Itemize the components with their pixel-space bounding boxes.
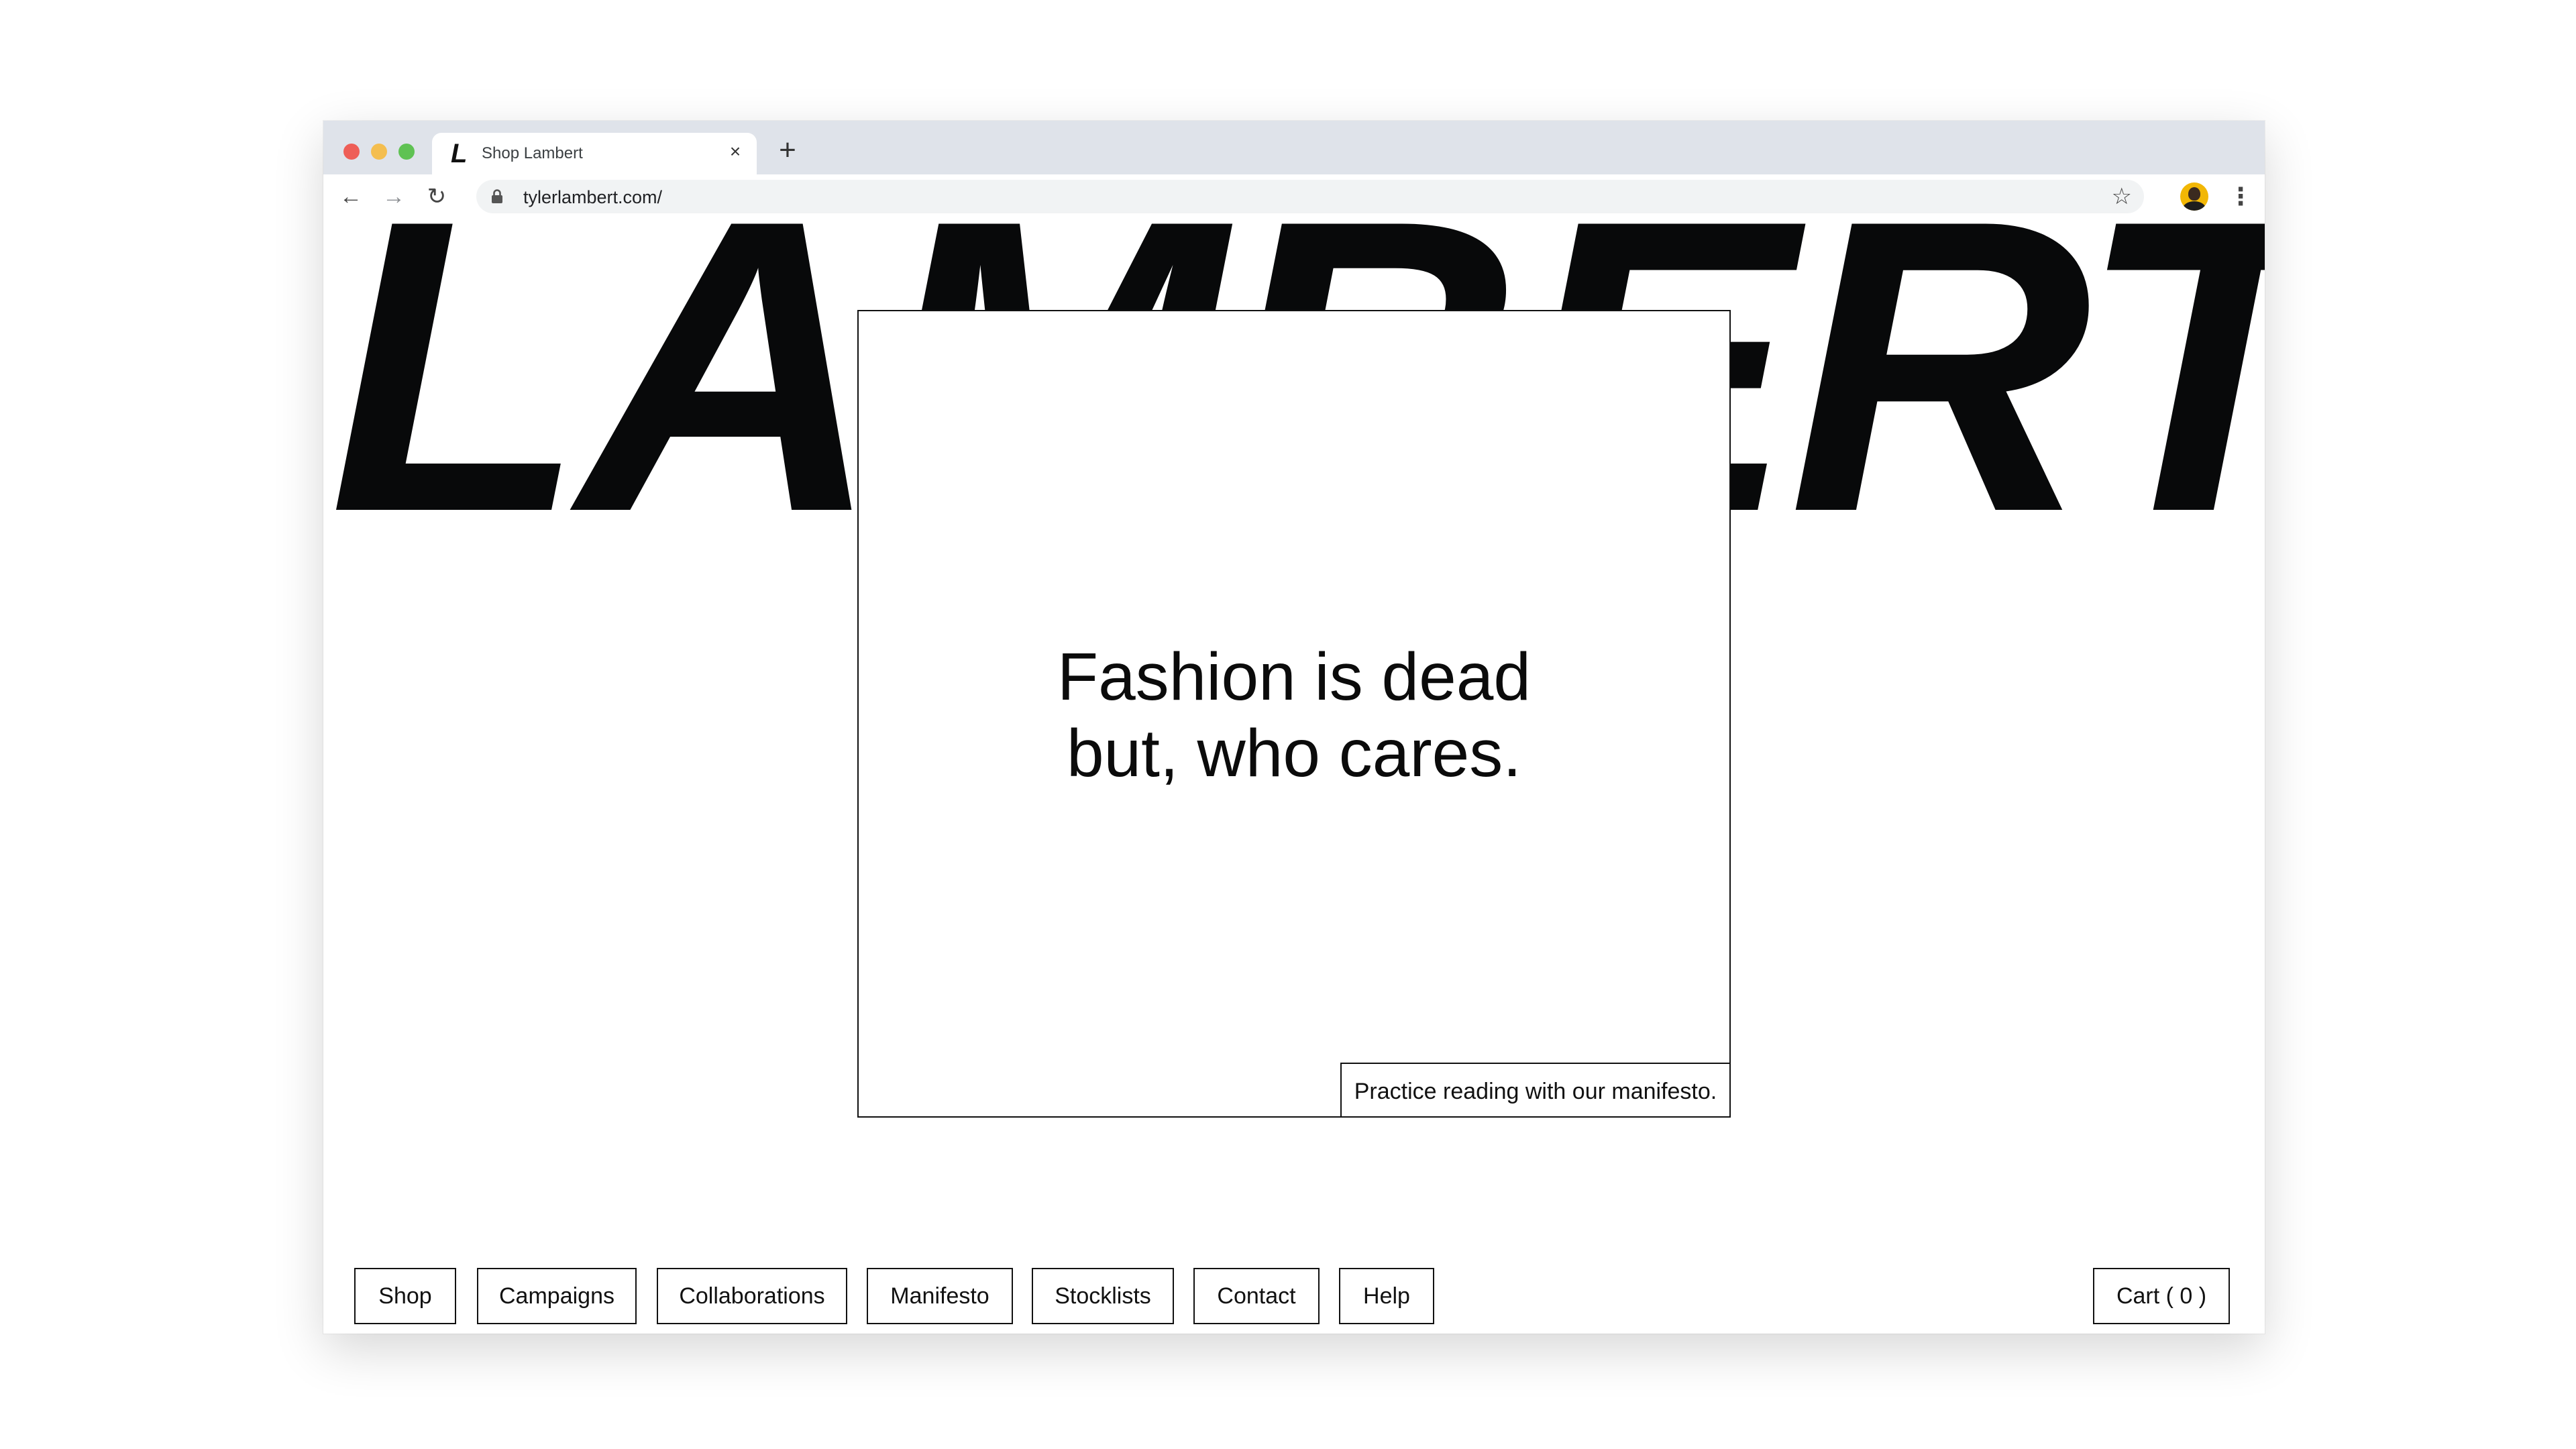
tab-shop-lambert[interactable]: L Shop Lambert × xyxy=(432,133,757,174)
tab-strip: L Shop Lambert × + xyxy=(323,121,2265,174)
cart-button[interactable]: Cart ( 0 ) xyxy=(2093,1268,2230,1324)
nav-help-button[interactable]: Help xyxy=(1339,1268,1434,1324)
hero-card: Fashion is dead but, who cares. Practice… xyxy=(857,310,1731,1118)
address-bar[interactable]: tylerlambert.com/ ☆ xyxy=(476,180,2144,213)
favicon-icon: L xyxy=(451,139,468,168)
back-arrow-icon[interactable]: ← xyxy=(335,181,366,212)
browser-toolbar: ← → ↻ tylerlambert.com/ ☆ ⋮ xyxy=(323,174,2265,219)
hero-headline: Fashion is dead but, who cares. xyxy=(1057,639,1531,791)
close-window-button[interactable] xyxy=(343,144,360,160)
nav-stocklists-button[interactable]: Stocklists xyxy=(1032,1268,1174,1324)
nav-collaborations-button[interactable]: Collaborations xyxy=(657,1268,847,1324)
zoom-window-button[interactable] xyxy=(398,144,415,160)
new-tab-icon[interactable]: + xyxy=(771,136,804,168)
nav-campaigns-button[interactable]: Campaigns xyxy=(477,1268,637,1324)
nav-contact-button[interactable]: Contact xyxy=(1193,1268,1320,1324)
page-viewport: LAMBERT Fashion is dead but, who cares. … xyxy=(323,219,2265,1334)
nav-manifesto-button[interactable]: Manifesto xyxy=(867,1268,1013,1324)
avatar-head-shape xyxy=(2188,187,2200,201)
minimize-window-button[interactable] xyxy=(371,144,387,160)
reload-icon[interactable]: ↻ xyxy=(421,181,452,212)
close-tab-icon[interactable]: × xyxy=(723,140,747,164)
nav-shop-button[interactable]: Shop xyxy=(354,1268,456,1324)
bookmark-star-icon[interactable]: ☆ xyxy=(2112,182,2132,211)
user-avatar[interactable] xyxy=(2180,182,2208,211)
manifesto-link-button[interactable]: Practice reading with our manifesto. xyxy=(1340,1063,1731,1118)
browser-menu-icon[interactable]: ⋮ xyxy=(2229,181,2253,212)
url-text[interactable]: tylerlambert.com/ xyxy=(523,186,662,208)
browser-window: L Shop Lambert × + ← → ↻ tylerlambert.co… xyxy=(323,121,2265,1334)
avatar-body-shape xyxy=(2183,201,2206,211)
lock-icon xyxy=(491,189,503,207)
tab-title: Shop Lambert xyxy=(482,144,583,162)
forward-arrow-icon[interactable]: → xyxy=(378,181,409,212)
